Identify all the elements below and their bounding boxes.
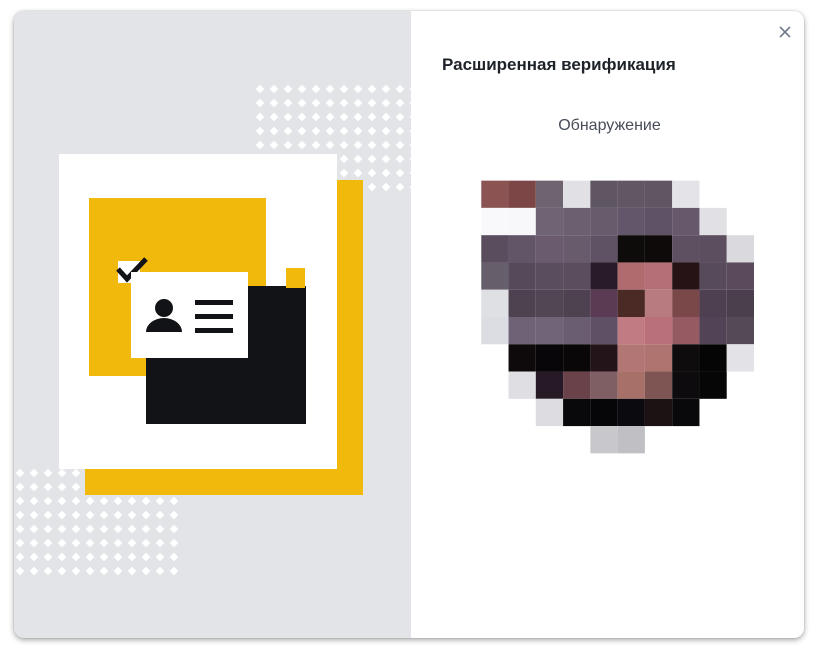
preview-pixel: [508, 180, 536, 208]
preview-pixel: [617, 344, 645, 372]
preview-pixel: [563, 371, 591, 399]
preview-pixel: [617, 398, 645, 427]
preview-pixel: [590, 426, 618, 454]
preview-pixel: [563, 398, 591, 427]
preview-pixel: [563, 262, 591, 290]
preview-pixel: [672, 235, 700, 263]
preview-pixel: [590, 180, 618, 208]
preview-pixel: [481, 180, 509, 208]
preview-pixel: [672, 398, 700, 427]
preview-pixel: [563, 235, 591, 263]
preview-pixel: [726, 344, 754, 372]
preview-pixel: [644, 398, 673, 427]
preview-pixel: [617, 262, 645, 290]
preview-pixel: [699, 317, 727, 345]
preview-pixel: [535, 289, 564, 317]
preview-pixel: [481, 207, 509, 236]
preview-pixel: [563, 344, 591, 372]
preview-pixel: [535, 398, 564, 427]
close-icon[interactable]: [776, 23, 794, 41]
preview-pixel: [590, 207, 618, 236]
preview-pixel: [617, 371, 645, 399]
preview-pixel: [590, 289, 618, 317]
preview-pixel: [644, 207, 673, 236]
preview-pixel: [644, 180, 673, 208]
face-preview-image: [481, 180, 754, 454]
detection-status: Обнаружение: [558, 117, 661, 134]
preview-pixel: [481, 317, 509, 345]
preview-pixel: [535, 344, 564, 372]
preview-pixel: [644, 371, 673, 399]
preview-pixel: [508, 371, 536, 399]
preview-pixel: [590, 344, 618, 372]
preview-pixel: [508, 317, 536, 345]
preview-pixel: [590, 317, 618, 345]
preview-pixel: [563, 317, 591, 345]
preview-pixel: [699, 371, 727, 399]
preview-pixel: [726, 235, 754, 263]
preview-pixel: [535, 207, 564, 236]
preview-pixel: [508, 207, 536, 236]
preview-pixel: [617, 207, 645, 236]
preview-pixel: [535, 262, 564, 290]
preview-pixel: [699, 235, 727, 263]
preview-pixel: [699, 289, 727, 317]
preview-pixel: [644, 344, 673, 372]
preview-pixel: [672, 317, 700, 345]
id-card-icon: [131, 272, 248, 358]
preview-pixel: [672, 289, 700, 317]
detection-panel: Расширенная верификация Обнаружение: [411, 11, 804, 638]
preview-pixel: [644, 317, 673, 345]
preview-pixel: [590, 371, 618, 399]
id-card-illustration: [59, 154, 363, 495]
preview-pixel: [563, 289, 591, 317]
preview-pixel: [644, 262, 673, 290]
preview-pixel: [672, 207, 700, 236]
illustration-panel: [14, 11, 414, 638]
preview-pixel: [672, 371, 700, 399]
preview-pixel: [617, 235, 645, 263]
preview-pixel: [726, 262, 754, 290]
preview-pixel: [672, 344, 700, 372]
preview-pixel: [590, 398, 618, 427]
preview-pixel: [672, 262, 700, 290]
preview-pixel: [617, 289, 645, 317]
preview-pixel: [508, 262, 536, 290]
preview-pixel: [508, 344, 536, 372]
preview-pixel: [481, 289, 509, 317]
preview-pixel: [590, 235, 618, 263]
preview-pixel: [535, 235, 564, 263]
preview-pixel: [563, 207, 591, 236]
preview-pixel: [644, 289, 673, 317]
preview-pixel: [481, 235, 509, 263]
verification-modal: Расширенная верификация Обнаружение: [14, 11, 804, 638]
preview-pixel: [644, 235, 673, 263]
preview-pixel: [672, 180, 700, 208]
preview-pixel: [481, 262, 509, 290]
preview-pixel: [535, 371, 564, 399]
preview-pixel: [699, 207, 727, 236]
preview-pixel: [508, 235, 536, 263]
preview-pixel: [617, 317, 645, 345]
preview-pixel: [699, 344, 727, 372]
preview-pixel: [726, 289, 754, 317]
preview-pixel: [563, 180, 591, 208]
preview-pixel: [617, 426, 645, 454]
preview-pixel: [617, 180, 645, 208]
modal-title: Расширенная верификация: [442, 55, 676, 74]
preview-pixel: [535, 180, 564, 208]
preview-pixel: [535, 317, 564, 345]
preview-pixel: [590, 262, 618, 290]
preview-pixel: [699, 262, 727, 290]
preview-pixel: [726, 317, 754, 345]
preview-pixel: [508, 289, 536, 317]
